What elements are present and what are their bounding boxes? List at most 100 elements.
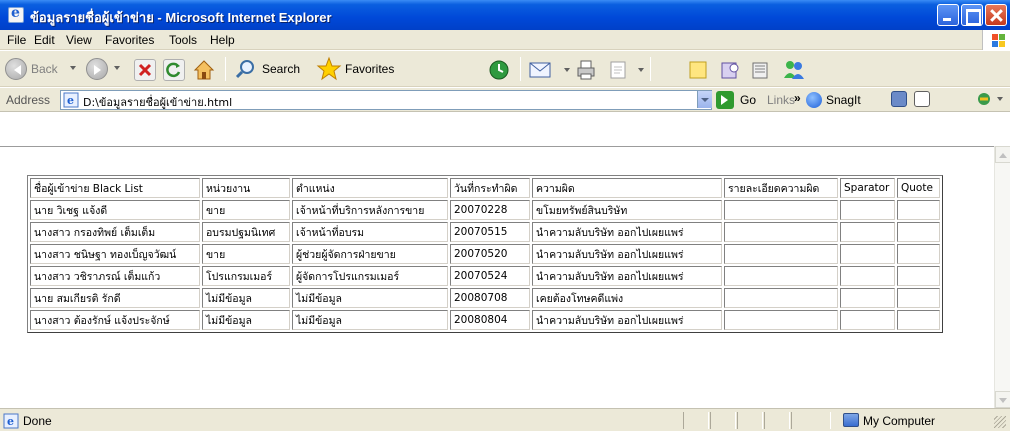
print-icon[interactable] bbox=[574, 58, 596, 80]
table-row: นาย สมเกียรติ รักดี ไม่มีข้อมูล ไม่มีข้อมู… bbox=[30, 288, 940, 308]
address-input[interactable]: e D:\ข้อมูลรายชื่อผู้เข้าข่าย.html bbox=[60, 90, 712, 110]
table-cell: โปรแกรมเมอร์ bbox=[202, 266, 290, 286]
snagit-window-icon[interactable] bbox=[914, 91, 930, 107]
table-cell: อบรมปฐมนิเทศ bbox=[202, 222, 290, 242]
snagit-button[interactable]: SnagIt bbox=[826, 93, 861, 107]
back-button[interactable]: Back bbox=[0, 56, 84, 82]
maximize-button[interactable] bbox=[961, 4, 983, 26]
history-icon[interactable] bbox=[487, 58, 509, 80]
tools-icon[interactable] bbox=[749, 58, 771, 80]
menu-view[interactable]: View bbox=[66, 33, 92, 47]
table-cell: นางสาว ต้องรักษ์ แจ้งประจักษ์ bbox=[30, 310, 200, 330]
close-button[interactable] bbox=[985, 4, 1007, 26]
table-cell: ไม่มีข้อมูล bbox=[292, 310, 448, 330]
standard-toolbar: Back Search Favorites bbox=[0, 51, 1010, 87]
page-done-icon: e bbox=[3, 413, 19, 429]
snagit-icon[interactable] bbox=[806, 92, 822, 108]
back-arrow-icon bbox=[5, 58, 27, 80]
table-cell: เคยต้องโทษคดีแพ่ง bbox=[532, 288, 722, 308]
table-cell: 20080804 bbox=[450, 310, 530, 330]
table-cell: ไม่มีข้อมูล bbox=[292, 288, 448, 308]
column-header: วันที่กระทำผิด bbox=[450, 178, 530, 198]
page-content: ชื่อผู้เข้าข่าย Black List หน่วยงาน ตำแหน่… bbox=[0, 146, 1002, 408]
addon-icon[interactable] bbox=[976, 91, 992, 107]
table-cell: ขาย bbox=[202, 200, 290, 220]
snagit-capture-icon[interactable] bbox=[891, 91, 907, 107]
menu-file[interactable]: File bbox=[7, 33, 26, 47]
status-pane bbox=[683, 412, 709, 429]
go-arrow-icon[interactable] bbox=[716, 91, 734, 109]
edit-page-icon[interactable] bbox=[606, 58, 628, 80]
table-cell bbox=[724, 266, 838, 286]
scroll-down-icon[interactable] bbox=[995, 391, 1010, 408]
back-dropdown-icon[interactable] bbox=[70, 66, 76, 73]
table-cell bbox=[724, 222, 838, 242]
table-cell: นางสาว ชนิษฐา ทองเบ็ญจวัฒน์ bbox=[30, 244, 200, 264]
table-cell bbox=[840, 222, 895, 242]
table-row: นางสาว ต้องรักษ์ แจ้งประจักษ์ ไม่มีข้อมูล… bbox=[30, 310, 940, 330]
windows-logo-icon bbox=[982, 30, 1010, 50]
table-cell: นาย วิเชฐ แจ้งดี bbox=[30, 200, 200, 220]
blacklist-table: ชื่อผู้เข้าข่าย Black List หน่วยงาน ตำแหน่… bbox=[27, 175, 943, 333]
table-cell bbox=[897, 288, 940, 308]
research-icon[interactable] bbox=[718, 58, 740, 80]
status-pane bbox=[791, 412, 831, 429]
table-row: นางสาว ชนิษฐา ทองเบ็ญจวัฒน์ ขาย ผู้ช่วยผู้… bbox=[30, 244, 940, 264]
table-cell: ขโมยทรัพย์สินบริษัท bbox=[532, 200, 722, 220]
search-button[interactable]: Search bbox=[232, 56, 312, 82]
home-icon[interactable] bbox=[192, 58, 215, 80]
forward-button[interactable] bbox=[84, 56, 128, 82]
table-cell: นางสาว กรองทิพย์ เต็มเต็ม bbox=[30, 222, 200, 242]
resize-grip-icon[interactable] bbox=[994, 416, 1006, 428]
forward-arrow-icon bbox=[86, 58, 108, 80]
column-header: Quote bbox=[897, 178, 940, 198]
scroll-up-icon[interactable] bbox=[995, 146, 1010, 163]
table-cell bbox=[840, 288, 895, 308]
address-dropdown-icon[interactable] bbox=[697, 91, 712, 108]
column-header: หน่วยงาน bbox=[202, 178, 290, 198]
mail-dropdown-icon[interactable] bbox=[564, 68, 570, 75]
notes-icon[interactable] bbox=[686, 58, 708, 80]
table-cell: ไม่มีข้อมูล bbox=[202, 310, 290, 330]
status-pane bbox=[710, 412, 736, 429]
table-cell bbox=[840, 266, 895, 286]
table-cell: 20070520 bbox=[450, 244, 530, 264]
table-cell: ขาย bbox=[202, 244, 290, 264]
table-header-row: ชื่อผู้เข้าข่าย Black List หน่วยงาน ตำแหน่… bbox=[30, 178, 940, 198]
mail-icon[interactable] bbox=[528, 57, 551, 79]
go-button[interactable]: Go bbox=[740, 93, 756, 107]
computer-icon bbox=[843, 413, 859, 427]
menu-help[interactable]: Help bbox=[210, 33, 235, 47]
search-label: Search bbox=[262, 62, 301, 76]
toolbar-separator bbox=[225, 57, 226, 81]
menu-bar: File Edit View Favorites Tools Help bbox=[0, 30, 1010, 50]
messenger-icon[interactable] bbox=[781, 58, 804, 80]
table-cell: นำความลับบริษัท ออกไปเผยแพร่ bbox=[532, 222, 722, 242]
svg-text:e: e bbox=[7, 415, 14, 428]
refresh-icon[interactable] bbox=[163, 59, 185, 81]
forward-dropdown-icon[interactable] bbox=[114, 66, 120, 73]
table-cell bbox=[897, 266, 940, 286]
table-cell: เจ้าหน้าที่บริการหลังการขาย bbox=[292, 200, 448, 220]
table-cell: ผู้ช่วยผู้จัดการฝ่ายขาย bbox=[292, 244, 448, 264]
svg-text:e: e bbox=[67, 94, 74, 107]
favorites-label: Favorites bbox=[345, 62, 395, 76]
table-row: นาย วิเชฐ แจ้งดี ขาย เจ้าหน้าที่บริการหลัง… bbox=[30, 200, 940, 220]
table-cell: 20070515 bbox=[450, 222, 530, 242]
table-cell: นำความลับบริษัท ออกไปเผยแพร่ bbox=[532, 310, 722, 330]
vertical-scrollbar[interactable] bbox=[994, 146, 1010, 408]
edit-dropdown-icon[interactable] bbox=[638, 68, 644, 75]
status-pane bbox=[737, 412, 763, 429]
table-cell bbox=[897, 200, 940, 220]
minimize-button[interactable] bbox=[937, 4, 959, 26]
stop-icon[interactable] bbox=[134, 59, 156, 81]
status-bar: e Done My Computer bbox=[0, 408, 1010, 431]
menu-edit[interactable]: Edit bbox=[34, 33, 55, 47]
favorites-button[interactable]: Favorites bbox=[316, 56, 412, 82]
toolbar-separator bbox=[520, 57, 521, 81]
addon-dropdown-icon[interactable] bbox=[997, 97, 1003, 104]
menu-favorites[interactable]: Favorites bbox=[105, 33, 154, 47]
links-label[interactable]: Links bbox=[767, 93, 795, 107]
menu-tools[interactable]: Tools bbox=[169, 33, 197, 47]
links-chevron-icon[interactable]: » bbox=[794, 91, 801, 105]
